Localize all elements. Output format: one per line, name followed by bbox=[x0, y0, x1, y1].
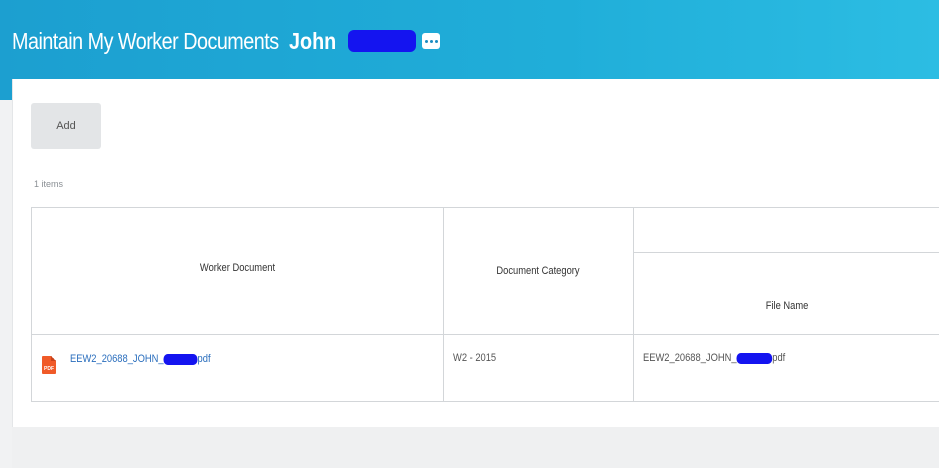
documents-grid: Worker Document Document Category File N… bbox=[31, 207, 939, 402]
column-header-document-category[interactable]: Document Category bbox=[443, 265, 633, 277]
related-actions-button[interactable] bbox=[422, 33, 440, 49]
column-header-worker-document[interactable]: Worker Document bbox=[32, 262, 443, 274]
page-title: Maintain My Worker Documents bbox=[12, 27, 279, 54]
add-button[interactable]: Add bbox=[31, 103, 101, 149]
pdf-icon: PDF bbox=[42, 356, 56, 374]
worker-document-link[interactable]: EEW2_20688_JOHN_ pdf bbox=[70, 353, 235, 365]
column-divider bbox=[443, 208, 444, 401]
worker-name[interactable]: John bbox=[289, 26, 336, 56]
items-count: 1 items bbox=[34, 179, 64, 189]
document-category-value: W2 - 2015 bbox=[453, 352, 497, 364]
footer-area bbox=[12, 427, 939, 468]
filename-redaction bbox=[736, 352, 773, 364]
header-group-divider bbox=[633, 252, 939, 253]
ellipsis-icon bbox=[424, 39, 428, 43]
name-redaction bbox=[348, 30, 416, 52]
column-header-file-name[interactable]: File Name bbox=[633, 300, 939, 312]
content-card: Add 1 items Worker Document Document Cat… bbox=[12, 79, 939, 427]
title-row: Maintain My Worker Documents John bbox=[12, 26, 440, 56]
filename-redaction bbox=[163, 353, 198, 365]
header-divider bbox=[32, 334, 939, 335]
file-name-value: EEW2_20688_JOHN_ pdf bbox=[643, 352, 786, 364]
